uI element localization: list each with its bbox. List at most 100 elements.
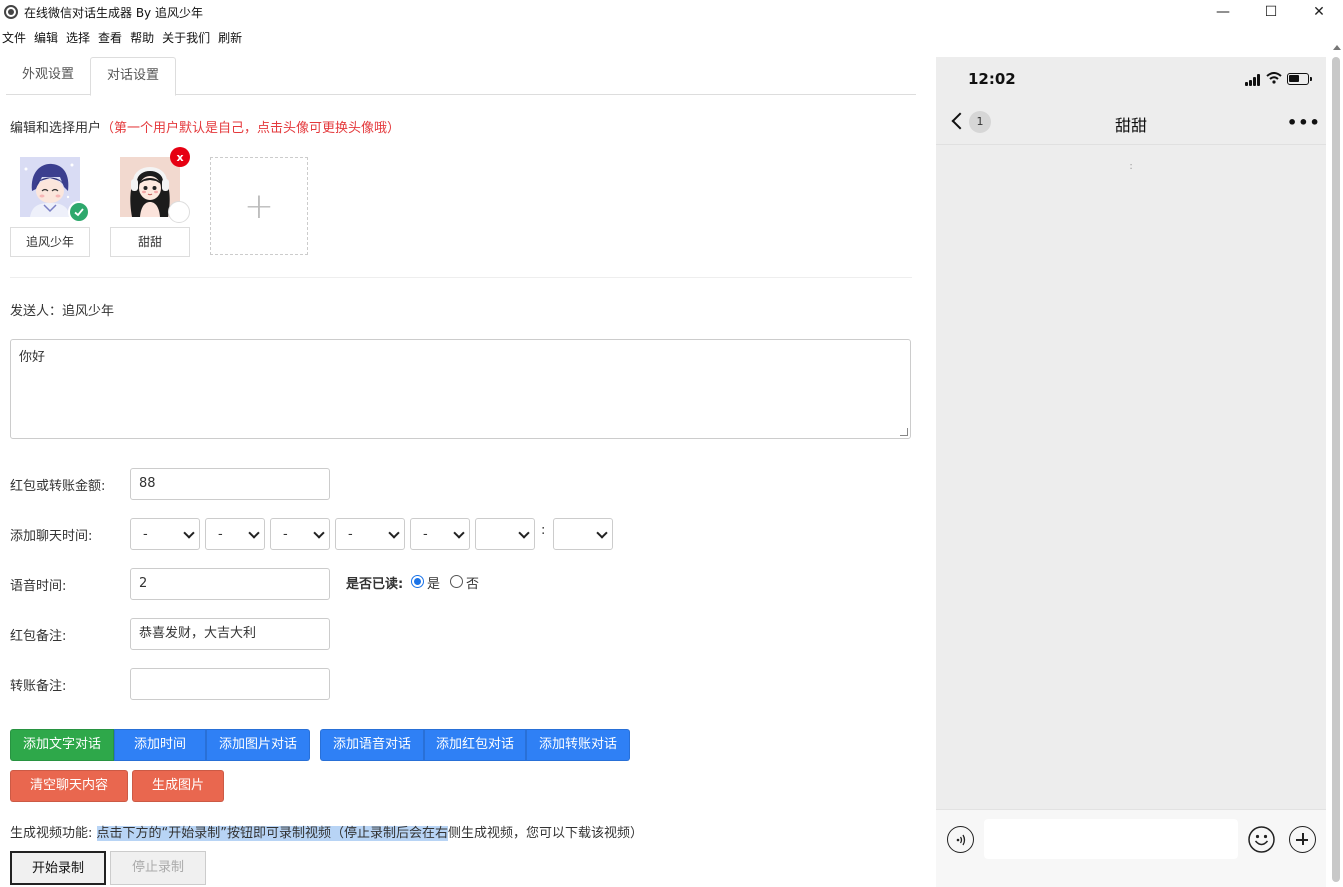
- time-colon: :: [541, 523, 546, 538]
- add-text-dialog-button[interactable]: 添加文字对话: [10, 729, 114, 761]
- scrollbar[interactable]: [1330, 45, 1343, 887]
- menu-file[interactable]: 文件: [0, 29, 30, 46]
- phone-preview: 12:02 1 甜甜 ••• :: [936, 57, 1326, 887]
- user-name-field[interactable]: 追风少年: [10, 227, 90, 257]
- avatar[interactable]: [20, 157, 90, 223]
- users-hint: （第一个用户默认是自己，点击头像可更换头像哦）: [101, 121, 401, 136]
- resize-handle-icon[interactable]: [900, 428, 908, 436]
- amount-label: 红包或转账金额:: [10, 479, 106, 494]
- period-select[interactable]: -: [410, 518, 470, 550]
- chevron-down-icon: [248, 527, 260, 539]
- chat-header: 1 甜甜 •••: [936, 101, 1326, 145]
- chevron-down-icon: [183, 527, 195, 539]
- transfer-note-label: 转账备注:: [10, 679, 67, 694]
- redpacket-note-input[interactable]: 恭喜发财，大吉大利: [130, 618, 330, 650]
- maximize-button[interactable]: ☐: [1247, 0, 1295, 24]
- unselected-circle-icon[interactable]: [168, 201, 190, 223]
- menu-help[interactable]: 帮助: [128, 29, 158, 46]
- start-recording-button[interactable]: 开始录制: [10, 851, 106, 885]
- status-time: 12:02: [968, 70, 1016, 88]
- menu-refresh[interactable]: 刷新: [216, 29, 246, 46]
- menu-view[interactable]: 查看: [96, 29, 126, 46]
- time-label: 添加聊天时间:: [10, 529, 93, 544]
- users-section-title: 编辑和选择用户（第一个用户默认是自己，点击头像可更换头像哦）: [10, 117, 400, 136]
- message-textarea[interactable]: 你好: [10, 339, 911, 439]
- settings-panel: 外观设置 对话设置 编辑和选择用户（第一个用户默认是自己，点击头像可更换头像哦）: [0, 57, 925, 887]
- video-label: 生成视频功能:: [10, 826, 97, 841]
- read-no-radio[interactable]: [450, 575, 463, 588]
- read-status-label: 是否已读:: [346, 577, 404, 592]
- window-title: 在线微信对话生成器 By 追风少年: [24, 5, 203, 20]
- read-yes-radio[interactable]: [411, 575, 424, 588]
- window-controls: — ☐ ✕: [1199, 0, 1343, 24]
- chevron-down-icon: [453, 527, 465, 539]
- video-desc-highlighted: 点击下方的“开始录制”按钮即可录制视频（停止录制后会在右: [96, 826, 448, 841]
- read-yes-label[interactable]: 是: [427, 573, 440, 592]
- stop-recording-button[interactable]: 停止录制: [110, 851, 206, 885]
- menu-edit[interactable]: 编辑: [32, 29, 62, 46]
- app-icon: [4, 5, 18, 19]
- battery-icon: [1287, 73, 1312, 85]
- avatar[interactable]: x: [120, 147, 190, 223]
- add-time-button[interactable]: 添加时间: [114, 729, 206, 761]
- add-transfer-dialog-button[interactable]: 添加转账对话: [526, 729, 630, 761]
- voice-time-label: 语音时间:: [10, 579, 67, 594]
- chevron-down-icon: [596, 527, 608, 539]
- add-voice-dialog-button[interactable]: 添加语音对话: [320, 729, 424, 761]
- chevron-down-icon: [313, 527, 325, 539]
- emoji-icon[interactable]: [1248, 826, 1275, 853]
- sender-name: 追风少年: [62, 304, 115, 319]
- chat-timestamp: :: [1129, 161, 1133, 172]
- status-bar: 12:02: [936, 57, 1326, 101]
- sender-label: 发送人：: [10, 304, 63, 319]
- minute-select[interactable]: [553, 518, 613, 550]
- chevron-down-icon: [388, 527, 400, 539]
- selected-check-icon: [68, 201, 90, 223]
- title-bar: 在线微信对话生成器 By 追风少年 — ☐ ✕: [0, 0, 1343, 24]
- scroll-up-icon[interactable]: [1333, 45, 1341, 50]
- redpacket-note-label: 红包备注:: [10, 629, 67, 644]
- voice-time-input[interactable]: 2: [130, 568, 330, 600]
- weekday-select[interactable]: -: [335, 518, 405, 550]
- plus-icon[interactable]: [1289, 826, 1316, 853]
- amount-input[interactable]: 88: [130, 468, 330, 500]
- generate-image-button[interactable]: 生成图片: [132, 770, 224, 802]
- month-select[interactable]: -: [205, 518, 265, 550]
- menu-about[interactable]: 关于我们: [160, 29, 214, 46]
- tab-dialog[interactable]: 对话设置: [90, 57, 177, 96]
- add-user-button[interactable]: +: [210, 157, 308, 255]
- tab-appearance[interactable]: 外观设置: [6, 57, 90, 95]
- clear-chat-button[interactable]: 清空聊天内容: [10, 770, 128, 802]
- hour-select[interactable]: [475, 518, 535, 550]
- menu-select[interactable]: 选择: [64, 29, 94, 46]
- user-name-field[interactable]: 甜甜: [110, 227, 190, 257]
- add-image-dialog-button[interactable]: 添加图片对话: [206, 729, 310, 761]
- chat-text-input[interactable]: [984, 819, 1238, 859]
- sender-line: 发送人：追风少年: [10, 300, 114, 319]
- user-card-2[interactable]: x 甜甜: [110, 147, 190, 257]
- close-button[interactable]: ✕: [1295, 0, 1343, 24]
- add-redpacket-dialog-button[interactable]: 添加红包对话: [424, 729, 526, 761]
- more-icon[interactable]: •••: [1287, 113, 1321, 132]
- tab-bar: 外观设置 对话设置: [6, 57, 916, 96]
- add-dialog-button-group-1: 添加文字对话 添加时间 添加图片对话: [10, 729, 310, 761]
- chat-input-bar: [936, 809, 1326, 887]
- action-button-row: 清空聊天内容 生成图片: [10, 770, 224, 802]
- signal-icon: [1245, 74, 1263, 86]
- year-select[interactable]: -: [130, 518, 200, 550]
- scroll-thumb[interactable]: [1332, 57, 1340, 882]
- users-title: 编辑和选择用户: [10, 121, 102, 136]
- day-select[interactable]: -: [270, 518, 330, 550]
- video-feature-text: 生成视频功能: 点击下方的“开始录制”按钮即可录制视频（停止录制后会在右侧生成视…: [10, 822, 643, 841]
- voice-icon[interactable]: [947, 826, 974, 853]
- menu-bar: 文件 编辑 选择 查看 帮助 关于我们 刷新: [0, 27, 248, 47]
- read-no-label[interactable]: 否: [466, 573, 479, 592]
- add-dialog-button-group-2: 添加语音对话 添加红包对话 添加转账对话: [320, 729, 630, 761]
- delete-user-icon[interactable]: x: [170, 147, 190, 167]
- transfer-note-input[interactable]: [130, 668, 330, 700]
- minimize-button[interactable]: —: [1199, 0, 1247, 24]
- wifi-icon: [1266, 72, 1282, 84]
- user-card-1[interactable]: 追风少年: [10, 157, 90, 257]
- message-text: 你好: [19, 350, 46, 365]
- video-desc-rest: 侧生成视频，您可以下载该视频）: [448, 826, 644, 841]
